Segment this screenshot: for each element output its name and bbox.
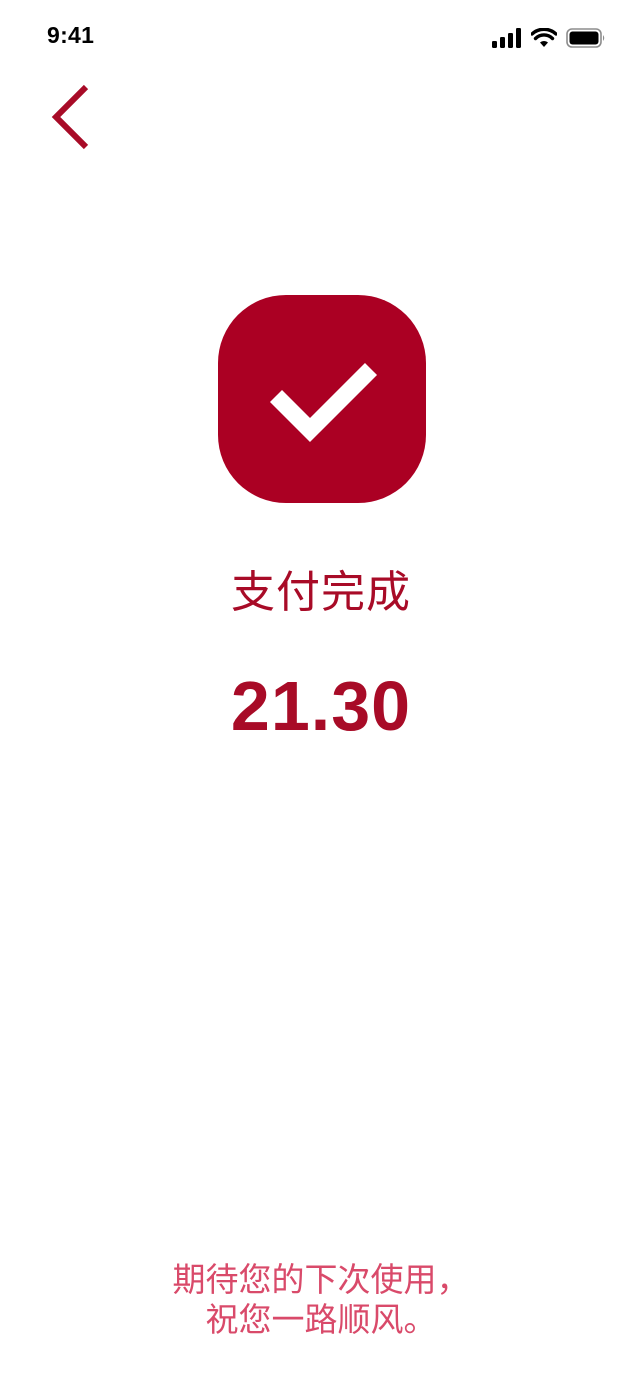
payment-amount: 21.30	[230, 667, 412, 745]
status-bar: 9:41	[0, 0, 642, 80]
battery-icon	[566, 28, 606, 48]
farewell-message: 期待您的下次使用， 祝您一路顺风。	[0, 1260, 642, 1340]
back-button[interactable]	[36, 80, 106, 156]
cellular-signal-icon	[492, 28, 522, 48]
wifi-icon	[531, 28, 557, 48]
payment-status-title: 支付完成	[231, 567, 411, 618]
status-icons	[492, 28, 606, 48]
status-time: 9:41	[47, 22, 95, 48]
success-badge	[218, 295, 426, 503]
farewell-line-2: 祝您一路顺风。	[205, 1300, 437, 1339]
farewell-line-1: 期待您的下次使用，	[172, 1260, 470, 1299]
chevron-left-icon	[36, 84, 106, 160]
